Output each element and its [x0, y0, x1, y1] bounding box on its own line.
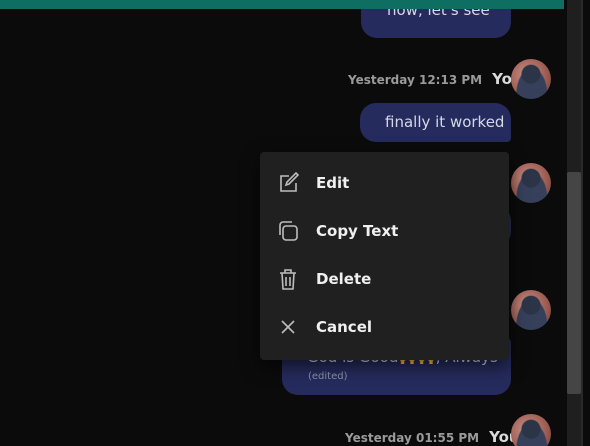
scrollbar-thumb[interactable] [567, 172, 581, 394]
menu-item-label: Delete [316, 270, 372, 288]
top-header-bar [0, 0, 579, 9]
message-bubble[interactable]: finally it worked [360, 103, 511, 142]
message-context-menu: Edit Copy Text Delete Cancel [260, 152, 509, 360]
edited-label: (edited) [308, 371, 348, 382]
menu-item-label: Copy Text [316, 222, 399, 240]
edit-icon [277, 171, 300, 194]
menu-item-cancel[interactable]: Cancel [260, 303, 509, 351]
menu-item-label: Cancel [316, 318, 373, 336]
menu-item-delete[interactable]: Delete [260, 255, 509, 303]
avatar[interactable] [511, 59, 551, 99]
message-meta: Yesterday 12:13 PM You [348, 69, 523, 88]
close-icon [277, 316, 299, 338]
avatar[interactable] [511, 290, 551, 330]
message-text: now, let's see [387, 9, 490, 19]
message-timestamp: Yesterday 12:13 PM [348, 73, 483, 87]
menu-item-copy-text[interactable]: Copy Text [260, 207, 509, 255]
chat-message-list[interactable]: now, let's see Yesterday 12:13 PM You fin… [0, 9, 564, 446]
copy-icon [277, 220, 299, 242]
trash-icon [277, 268, 299, 290]
scrollbar-edge [581, 0, 583, 446]
message-timestamp: Yesterday 01:55 PM [345, 431, 480, 445]
message-bubble[interactable]: now, let's see [361, 9, 511, 38]
message-meta: Yesterday 01:55 PM You [345, 427, 520, 446]
avatar[interactable] [511, 414, 551, 446]
message-text: finally it worked [385, 113, 505, 131]
menu-item-label: Edit [316, 174, 350, 192]
menu-item-edit[interactable]: Edit [260, 159, 509, 207]
avatar[interactable] [511, 163, 551, 203]
chat-scrollbar[interactable] [564, 0, 590, 446]
